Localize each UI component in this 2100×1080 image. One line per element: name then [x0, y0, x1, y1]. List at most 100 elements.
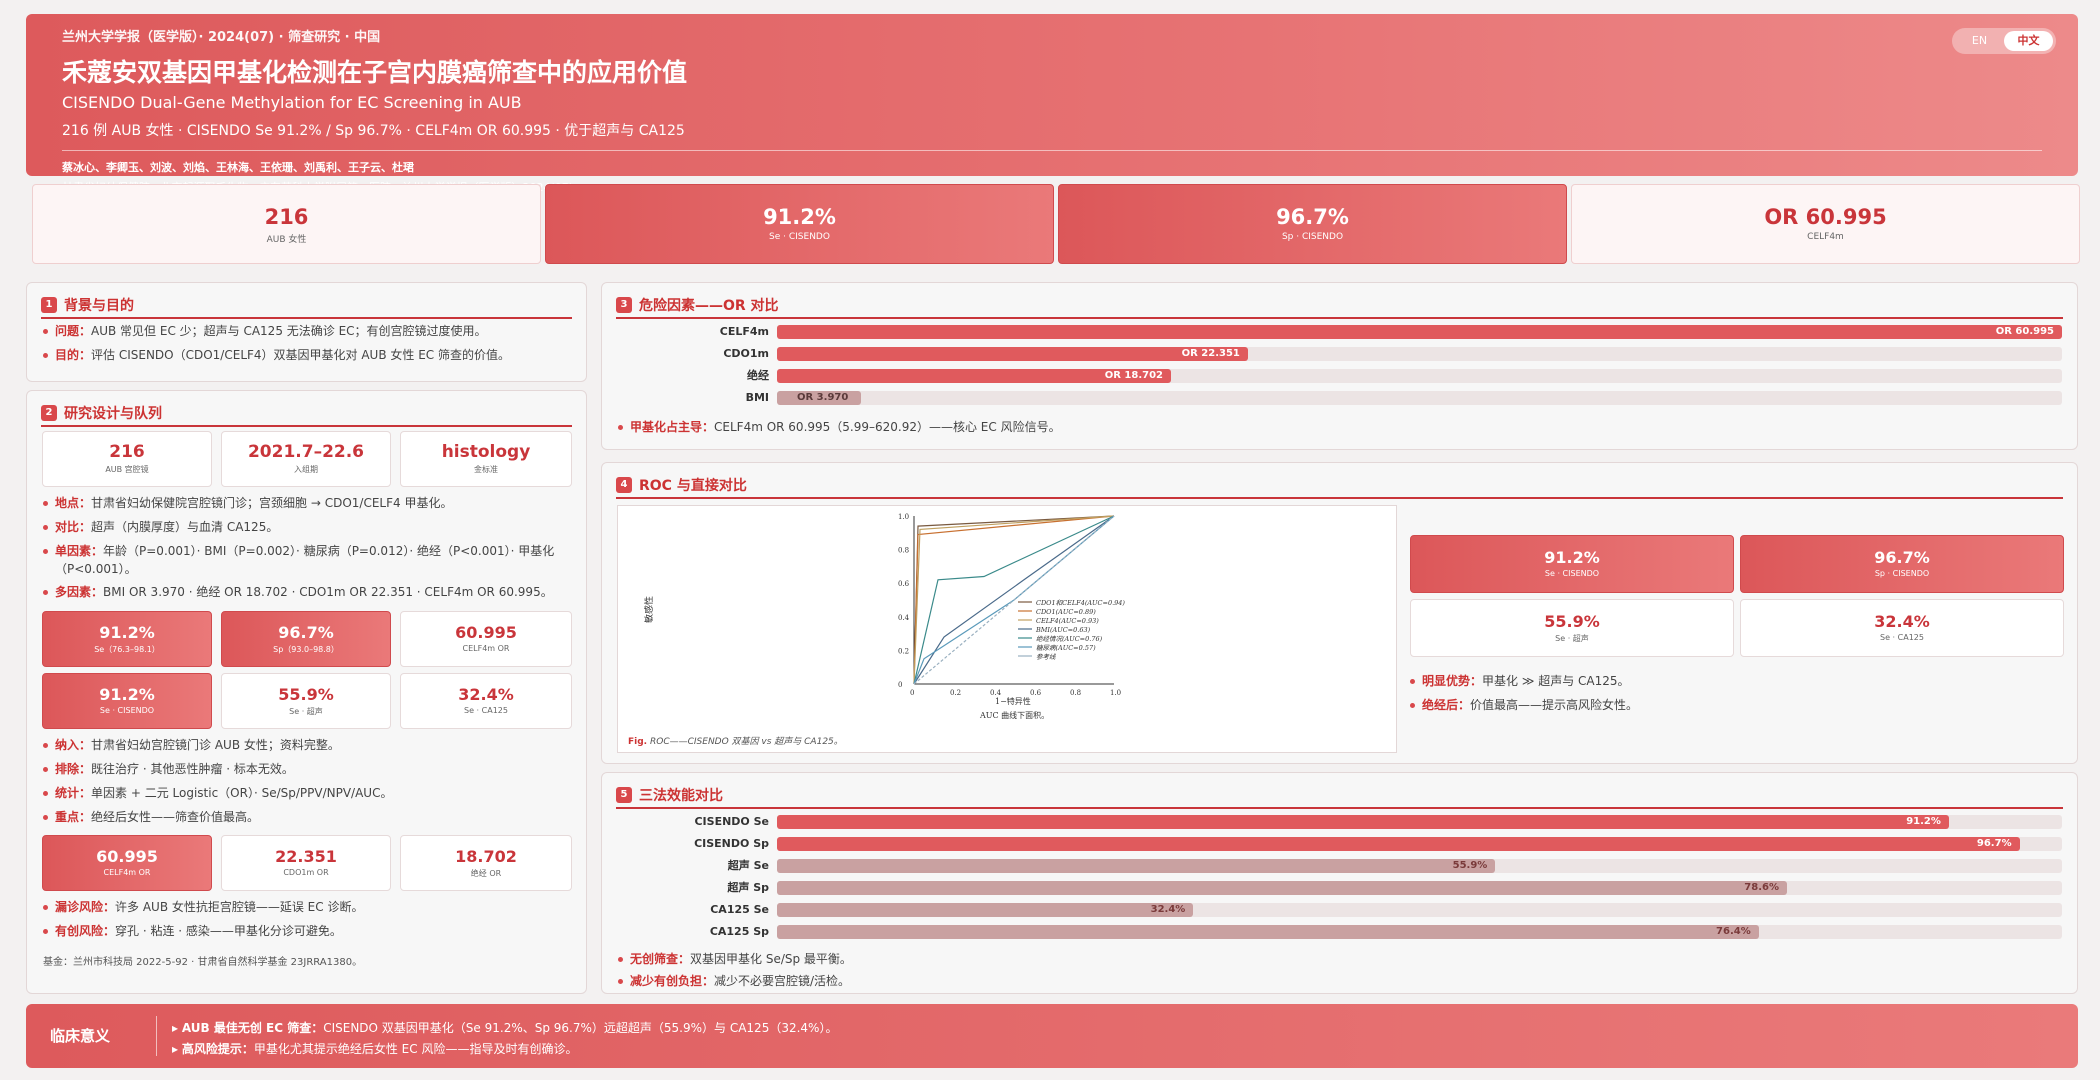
bar-label: CA125 Sp: [709, 925, 769, 938]
card-value: 32.4%: [458, 685, 514, 704]
card-sp: 96.7% Sp（93.0–98.8）: [221, 611, 391, 667]
section-title: 3 危险因素——OR 对比: [616, 295, 779, 315]
roc-ylabel: 敏感性: [643, 596, 655, 623]
bullet-noninvasive: 无创筛查：双基因甲基化 Se/Sp 最平衡。: [618, 951, 852, 968]
bar-fill: 91.2%: [777, 815, 1949, 829]
card-value: 96.7%: [278, 623, 334, 642]
stat-label: Se · CISENDO: [769, 232, 830, 242]
card-period: 2021.7–22.6 入组期: [221, 431, 391, 487]
roc-legend-label: CDO1和CELF4(AUC=0.94): [1036, 599, 1125, 607]
authors: 蔡冰心、李卿玉、刘波、刘焰、王林海、王依珊、刘禹利、王子云、杜珺: [62, 161, 414, 174]
card-value: 22.351: [275, 847, 337, 866]
bar-label: CELF4m: [719, 325, 769, 338]
section-design: 2 研究设计与队列 216 AUB 宫腔镜 2021.7–22.6 入组期 histo…: [26, 390, 587, 994]
section-title-text: 背景与目的: [64, 298, 134, 314]
roc-legend-label: BMI(AUC=0.63): [1035, 626, 1091, 634]
roc-y-tick: 0.2: [898, 647, 909, 655]
card-value: 216: [109, 442, 145, 462]
section-number: 2: [41, 405, 57, 421]
card-label: CELF4m OR: [462, 644, 510, 653]
card-value: 91.2%: [99, 623, 155, 642]
section-number: 5: [616, 787, 632, 803]
bullet-focus: 重点：绝经后女性——筛查价值最高。: [43, 809, 259, 826]
roc-x-tick: 0.6: [1030, 689, 1042, 697]
bullet-text: 穿孔 · 粘连 · 感染——甲基化分诊可避免。: [115, 924, 342, 938]
roc-y-tick: 0.4: [898, 614, 910, 622]
bullet-compare: 对比：超声（内膜厚度）与血清 CA125。: [43, 519, 278, 536]
card-or-menopause: 18.702 绝经 OR: [400, 835, 572, 891]
roc-legend-label: CDO1(AUC=0.89): [1036, 608, 1096, 616]
roc-card-sp: 96.7% Sp · CISENDO: [1740, 535, 2064, 593]
stat-value: 96.7%: [1276, 205, 1349, 229]
bullet-text: 双基因甲基化 Se/Sp 最平衡。: [690, 952, 852, 966]
roc-card-se: 91.2% Se · CISENDO: [1410, 535, 1734, 593]
section-divider: [41, 425, 572, 427]
footer-divider: [156, 1016, 157, 1056]
card-value: 91.2%: [1544, 548, 1600, 567]
bullet-key: 单因素：: [55, 544, 104, 558]
card-celf4m-or: 60.995 CELF4m OR: [400, 611, 572, 667]
section-title: 4 ROC 与直接对比: [616, 475, 747, 495]
roc-y-tick: 0.8: [898, 547, 909, 555]
bullet-text: 单因素 + 二元 Logistic（OR）· Se/Sp/PPV/NPV/AUC…: [91, 786, 393, 800]
language-toggle[interactable]: EN 中文: [1952, 28, 2056, 54]
card-label: AUB 宫腔镜: [105, 465, 149, 474]
stat-label: Sp · CISENDO: [1281, 232, 1344, 242]
bullet-text: 价值最高——提示高风险女性。: [1470, 698, 1639, 712]
lang-zh-button[interactable]: 中文: [2004, 31, 2053, 51]
roc-card-ultrasound: 55.9% Se · 超声: [1410, 599, 1734, 657]
card-label: Sp · CISENDO: [1874, 569, 1930, 578]
section-title: 1 背景与目的: [41, 295, 134, 315]
bullet-key: 无创筛查：: [630, 952, 691, 966]
bullet-missed-risk: 漏诊风险：许多 AUB 女性抗拒宫腔镜——延误 EC 诊断。: [43, 899, 363, 916]
roc-chart: 00 0.2 0.2 0.4 0.4 0.6 0.6 0.8 0.8 1.0 1.0 CDO1和CE…: [643, 513, 1125, 720]
card-se-cisendo: 91.2% Se · CISENDO: [42, 673, 212, 729]
bar-label: CISENDO Sp: [694, 837, 769, 850]
stat-label: AUB 女性: [266, 235, 307, 245]
section-number: 4: [616, 477, 632, 493]
header-divider: [62, 150, 2042, 151]
bar-fill: 55.9%: [777, 859, 1496, 873]
bullet-univariate: 单因素：年龄（P=0.001）· BMI（P=0.002）· 糖尿病（P=0.0…: [43, 543, 554, 560]
bullet-text: 减少不必要宫腔镜/活检。: [714, 974, 851, 988]
bullet-univariate-cont: （P<0.001）。: [55, 562, 137, 576]
page-title-en: CISENDO Dual-Gene Methylation for EC Scr…: [62, 93, 522, 112]
card-value: 91.2%: [99, 685, 155, 704]
roc-card-ca125: 32.4% Se · CA125: [1740, 599, 2064, 657]
roc-x-tick: 0: [910, 689, 914, 697]
lang-en-button[interactable]: EN: [1955, 31, 2004, 51]
bullet-text: 许多 AUB 女性抗拒宫腔镜——延误 EC 诊断。: [115, 900, 364, 914]
stat-card-sample: 216 AUB 女性: [32, 184, 541, 264]
bullet-exclusion: 排除：既往治疗 · 其他恶性肿瘤 · 标本无效。: [43, 761, 294, 778]
card-value: 18.702: [455, 847, 517, 866]
roc-y-tick: 0.6: [898, 580, 910, 588]
card-or-cdo1m: 22.351 CDO1m OR: [221, 835, 391, 891]
card-label: Se · CA125: [464, 706, 508, 715]
roc-caption: Fig. ROC——CISENDO 双基因 vs 超声与 CA125。: [628, 734, 843, 747]
roc-y-tick: 1.0: [898, 513, 909, 521]
roc-x-tick: 1.0: [1110, 689, 1121, 697]
card-label: CELF4m OR: [103, 868, 151, 877]
footer-item-risk: ▸ 高风险提示：甲基化尤其提示绝经后女性 EC 风险——指导及时有创确诊。: [172, 1042, 578, 1056]
section-title-text: 危险因素——OR 对比: [639, 298, 779, 314]
card-gold-standard: histology 金标准: [400, 431, 572, 487]
stat-label: CELF4m: [1807, 232, 1844, 242]
bullet-text: 甘肃省妇幼宫腔镜门诊 AUB 女性；资料完整。: [91, 738, 340, 752]
bullet-key: 明显优势：: [1422, 674, 1483, 688]
bullet-methylation-dominant: 甲基化占主导：CELF4m OR 60.995（5.99–620.92）——核心…: [618, 419, 1061, 436]
card-or-celf4m: 60.995 CELF4m OR: [42, 835, 212, 891]
card-label: Sp（93.0–98.8）: [273, 645, 339, 654]
stat-value: OR 60.995: [1764, 205, 1887, 229]
footer-text: CISENDO 双基因甲基化（Se 91.2%、Sp 96.7%）远超超声（55…: [323, 1021, 838, 1035]
card-cohort: 216 AUB 宫腔镜: [42, 431, 212, 487]
section-background: 1 背景与目的 问题：AUB 常见但 EC 少；超声与 CA125 无法确诊 EC…: [26, 282, 587, 382]
card-value: 96.7%: [1874, 548, 1930, 567]
bullet-key: 排除：: [55, 762, 92, 776]
footer-key: AUB 最佳无创 EC 筛查：: [181, 1021, 324, 1035]
card-value: 60.995: [455, 623, 517, 642]
card-value: histology: [441, 442, 531, 462]
bullet-key: 地点：: [55, 496, 92, 510]
section-number: 3: [616, 297, 632, 313]
card-se: 91.2% Se（76.3–98.1）: [42, 611, 212, 667]
bullet-key: 纳入：: [55, 738, 92, 752]
